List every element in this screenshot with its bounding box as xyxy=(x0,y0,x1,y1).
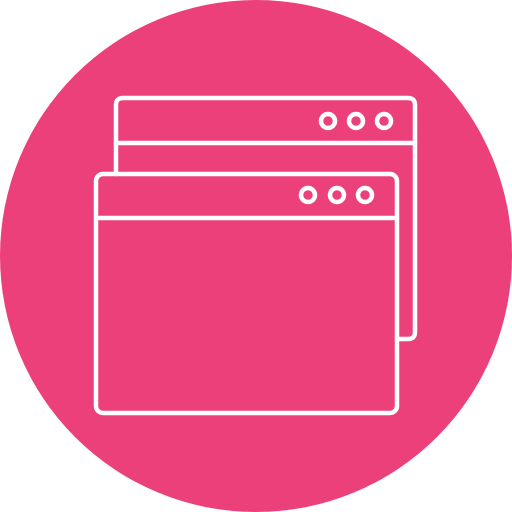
circle-background xyxy=(0,0,512,512)
browser-windows-icon xyxy=(0,0,512,512)
icon-canvas xyxy=(0,0,512,512)
